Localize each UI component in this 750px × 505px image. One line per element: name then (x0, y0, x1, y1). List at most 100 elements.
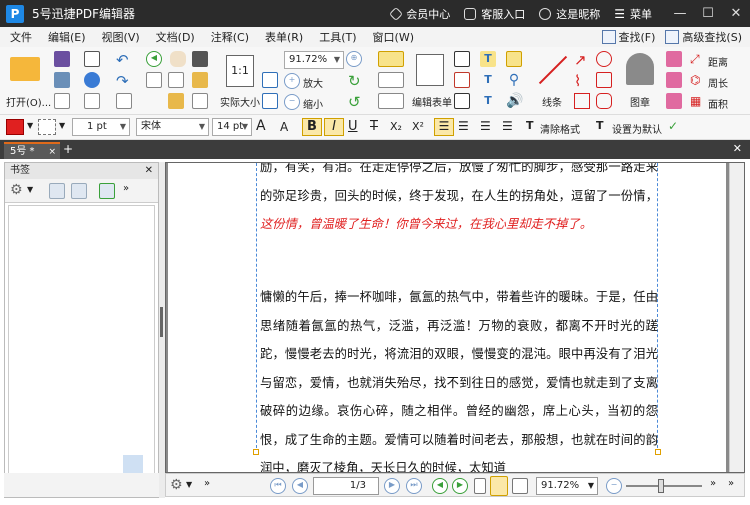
chevron-double-down-icon[interactable]: » (710, 478, 716, 489)
audio-icon[interactable]: 🔊 (506, 93, 523, 109)
eraser-icon[interactable] (666, 51, 682, 67)
close-document-button[interactable]: ✕ (733, 142, 742, 155)
form-field-icon[interactable] (454, 51, 470, 67)
edit-form-button[interactable]: 编辑表单 (410, 51, 452, 109)
callout-icon[interactable]: T (480, 93, 496, 109)
support-link[interactable]: 客服入口 (464, 6, 525, 22)
superscript-button[interactable]: X² (412, 120, 424, 133)
back-icon[interactable]: ◀ (146, 51, 162, 67)
form-grid-icon[interactable] (454, 93, 470, 109)
zoom-select[interactable]: 91.72% ▼ (284, 51, 344, 69)
chevron-down-icon[interactable]: ▼ (186, 480, 192, 489)
camera-icon[interactable] (192, 51, 208, 67)
open-button[interactable]: 打开(O)... (4, 51, 51, 109)
rectangle-icon[interactable] (574, 93, 590, 109)
menu-view[interactable]: 视图(V) (94, 29, 148, 45)
apply-check-icon[interactable]: ✓ (668, 119, 678, 133)
chevron-double-down-icon[interactable]: » (728, 478, 734, 489)
redo-icon[interactable]: ↷ (116, 72, 129, 90)
fill-color-swatch[interactable] (38, 119, 56, 135)
snapshot-icon[interactable] (192, 72, 208, 88)
perimeter-icon[interactable]: ⌬ (690, 73, 700, 87)
set-default-button[interactable]: 设置为默认 (612, 121, 662, 136)
line-tool-button[interactable]: 线条 (532, 51, 568, 109)
gear-icon[interactable]: ⚙ (10, 182, 23, 198)
first-page-icon[interactable]: ⏮ (270, 478, 286, 494)
previous-page-icon[interactable]: ◀ (292, 478, 308, 494)
bookmark-expand-icon[interactable] (49, 183, 65, 199)
save-icon[interactable] (54, 51, 70, 67)
export-icon[interactable] (84, 93, 100, 109)
two-page-icon[interactable] (512, 478, 528, 494)
select-area-icon[interactable] (168, 72, 184, 88)
maximize-button[interactable]: ☐ (694, 0, 722, 27)
note-icon[interactable] (506, 51, 522, 67)
chevron-down-icon[interactable]: ▼ (27, 185, 33, 194)
ellipse-icon[interactable] (596, 51, 612, 67)
polyline-icon[interactable]: ⌇ (574, 72, 581, 90)
form-crop-icon[interactable] (454, 72, 470, 88)
minimize-button[interactable]: — (666, 0, 694, 27)
distance-icon[interactable]: ⤢ (690, 52, 700, 67)
menu-document[interactable]: 文档(D) (148, 29, 203, 45)
fit-width-icon[interactable] (192, 93, 208, 109)
align-right-icon[interactable]: ☰ (480, 119, 491, 133)
edit-content-icon[interactable] (378, 51, 404, 67)
pdf-page[interactable]: 励，有笑，有泪。在走走停停之后，放慢了匆忙的脚步，感受那一路走来的弥足珍贵，回头… (168, 163, 726, 472)
add-text-icon[interactable] (378, 72, 404, 88)
align-left-icon[interactable]: ☰ (434, 118, 454, 136)
close-panel-icon[interactable]: ✕ (145, 163, 153, 179)
cloud-icon[interactable] (84, 72, 100, 88)
page-number-input[interactable]: 1/3 (313, 477, 379, 495)
zoom-out-icon[interactable]: − (606, 478, 622, 494)
paragraph-2[interactable]: 慵懒的午后，捧一杯咖啡，氤氲的热气中，带着些许的暖昧。于是，任由思绪随着氤氲的热… (260, 283, 658, 472)
gear-icon[interactable]: ⚙ (170, 477, 183, 493)
cloud-shape-icon[interactable] (596, 93, 612, 109)
advanced-find-button[interactable]: 高级查找(S) (665, 29, 742, 45)
fit-visible-icon[interactable] (262, 72, 278, 88)
document-viewer[interactable]: 励，有笑，有泪。在走走停停之后，放慢了匆忙的脚步，感受那一路走来的弥足珍贵，回头… (165, 162, 745, 473)
text-color-swatch[interactable] (6, 119, 24, 135)
find-button[interactable]: 查找(F) (601, 29, 655, 45)
line-width-select[interactable]: 1 pt ▼ (72, 118, 130, 136)
add-tab-button[interactable]: + (62, 142, 74, 157)
close-tab-icon[interactable]: × (48, 144, 56, 160)
increase-font-icon[interactable]: A (256, 118, 266, 134)
area-label[interactable]: 面积 (708, 96, 728, 111)
menu-tools[interactable]: 工具(T) (311, 29, 364, 45)
stamp-button[interactable]: 图章 (620, 51, 660, 109)
text-box-icon[interactable]: T (480, 72, 496, 88)
splitter-grip-icon[interactable] (160, 307, 163, 337)
single-page-icon[interactable] (474, 478, 486, 494)
menu-form[interactable]: 表单(R) (257, 29, 311, 45)
next-page-icon[interactable]: ▶ (384, 478, 400, 494)
decrease-font-icon[interactable]: A (280, 120, 288, 134)
attachment-icon[interactable]: ⚲ (506, 72, 522, 88)
chevron-double-down-icon[interactable]: » (204, 478, 210, 489)
document-icon[interactable] (54, 93, 70, 109)
bookmark-collapse-icon[interactable] (71, 183, 87, 199)
zoom-slider[interactable] (626, 485, 702, 487)
zoom-out-label[interactable]: 缩小 (303, 96, 323, 111)
print-icon[interactable] (54, 72, 70, 88)
area-icon[interactable]: ▦ (690, 94, 701, 108)
font-select[interactable]: 宋体 ▼ (136, 118, 209, 136)
add-bookmark-icon[interactable] (99, 183, 115, 199)
zoom-level-select[interactable]: 91.72% ▼ (536, 477, 598, 495)
hand-tool-icon[interactable] (170, 51, 186, 67)
tab-document[interactable]: 5号 * × (4, 142, 60, 159)
rotate-left-icon[interactable]: ↻ (348, 72, 361, 90)
resize-handle[interactable] (253, 449, 259, 455)
paragraph-1[interactable]: 励，有笑，有泪。在走走停停之后，放慢了匆忙的脚步，感受那一路走来的弥足珍贵，回头… (260, 163, 658, 239)
close-window-button[interactable]: ✕ (722, 0, 750, 27)
distance-label[interactable]: 距离 (708, 54, 728, 69)
font-size-select[interactable]: 14 pt ▼ (212, 118, 252, 136)
zoom-slider-thumb[interactable] (658, 479, 664, 493)
strikethrough-button[interactable]: T (370, 119, 378, 134)
add-image-icon[interactable] (378, 93, 404, 109)
vertical-scrollbar[interactable] (729, 163, 744, 472)
typewriter-icon[interactable]: T (480, 51, 496, 67)
underline-button[interactable]: U (348, 119, 358, 134)
actual-size-button[interactable]: 1:1 实际大小 (220, 51, 260, 109)
zoom-tool-icon[interactable]: ⊕ (346, 51, 362, 67)
